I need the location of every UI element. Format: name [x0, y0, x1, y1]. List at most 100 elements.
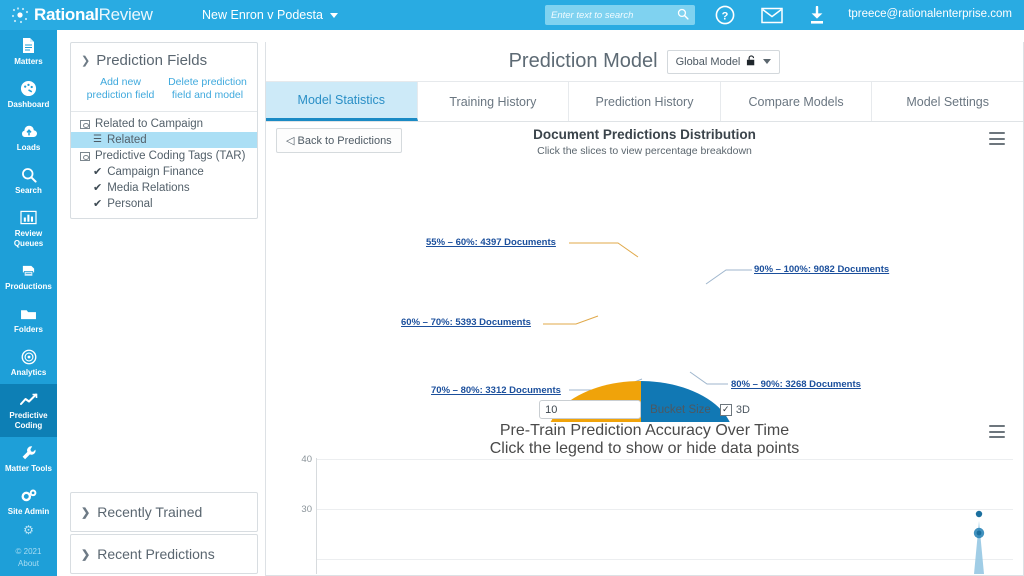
logo-dots-icon	[10, 5, 30, 25]
tab-label: Model Statistics	[297, 93, 386, 107]
prediction-fields-tree: Related to Campaign ☰ Related Predictive Co…	[71, 112, 257, 218]
download-icon[interactable]	[806, 4, 828, 26]
model-selector[interactable]: Global Model	[666, 49, 781, 74]
line-chart-svg[interactable]	[266, 452, 1024, 574]
tree-item-label: Predictive Coding Tags (TAR)	[95, 150, 246, 162]
tree-item-label: Media Relations	[107, 182, 190, 194]
tree-item-campaign-finance[interactable]: ✔ Campaign Finance	[71, 164, 257, 180]
target-icon	[2, 348, 55, 365]
tab-compare-models[interactable]: Compare Models	[720, 82, 873, 121]
user-account-email[interactable]: tpreece@rationalenterprise.com	[848, 8, 1012, 20]
tab-label: Compare Models	[748, 94, 844, 109]
back-to-predictions-button[interactable]: ◁ Back to Predictions	[276, 128, 402, 153]
sidebar-item-loads[interactable]: Loads	[0, 116, 57, 159]
folder-icon	[2, 305, 55, 322]
tree-item-personal[interactable]: ✔ Personal	[71, 196, 257, 212]
page-title: Prediction Model	[508, 50, 658, 72]
main-content-card: Prediction Model Global Model Model Stat…	[265, 42, 1024, 576]
search-input[interactable]	[551, 9, 671, 21]
matter-selector-label: New Enron v Podesta	[202, 8, 323, 22]
pie-label-80-90[interactable]: 80% – 90%: 3268 Documents	[731, 379, 861, 390]
tree-item-label: Campaign Finance	[107, 166, 204, 178]
line-chart-area[interactable]: 40 30 Documents	[266, 452, 1024, 574]
sidebar-footer: ⚙ © 2021 About	[0, 524, 57, 570]
recently-trained-label: Recently Trained	[97, 504, 203, 520]
tab-training-history[interactable]: Training History	[417, 82, 570, 121]
settings-gear-icon[interactable]: ⚙	[0, 524, 57, 536]
sidebar-item-label: Analytics	[10, 368, 47, 377]
sidebar-item-label: Loads	[16, 143, 41, 152]
bucket-size-input[interactable]	[539, 400, 642, 419]
trend-line-icon	[2, 391, 55, 408]
sidebar-item-label: Search	[15, 186, 42, 195]
pie-label-60-70[interactable]: 60% – 70%: 5393 Documents	[401, 317, 531, 328]
sidebar-item-label: Productions	[5, 282, 52, 291]
tab-bar: Model Statistics Training History Predicti…	[266, 82, 1023, 122]
sidebar-item-dashboard[interactable]: Dashboard	[0, 73, 57, 116]
pie-label-55-60[interactable]: 55% – 60%: 4397 Documents	[426, 237, 556, 248]
threed-toggle[interactable]: ✓ 3D	[719, 403, 750, 416]
tree-item-related-to-campaign[interactable]: Related to Campaign	[71, 116, 257, 132]
sidebar-item-matter-tools[interactable]: Matter Tools	[0, 437, 57, 480]
check-icon: ✔	[93, 197, 103, 210]
matter-selector[interactable]: New Enron v Podesta	[202, 8, 338, 22]
bucket-size-controls: Bucket Size ✓ 3D	[266, 400, 1023, 419]
list-icon: ☰	[93, 134, 102, 145]
tab-label: Prediction History	[595, 94, 694, 109]
tree-item-related[interactable]: ☰ Related	[71, 132, 257, 148]
prediction-fields-panel: ❯ Prediction Fields Add new prediction f…	[70, 42, 258, 219]
sidebar-item-search[interactable]: Search	[0, 159, 57, 202]
delete-prediction-field-button[interactable]: Delete prediction field and model	[164, 76, 251, 102]
pie-chart-menu-icon[interactable]	[989, 132, 1005, 145]
sidebar-item-productions[interactable]: Productions	[0, 255, 57, 298]
chevron-down-icon	[763, 59, 772, 64]
sidebar-item-analytics[interactable]: Analytics	[0, 341, 57, 384]
sidebar-item-label: Review Queues	[13, 229, 44, 248]
copyright-text: © 2021	[15, 547, 42, 556]
panel-title: Prediction Fields	[96, 52, 208, 69]
tab-prediction-history[interactable]: Prediction History	[569, 82, 721, 121]
tree-item-media-relations[interactable]: ✔ Media Relations	[71, 180, 257, 196]
threed-checkbox-icon[interactable]: ✓	[719, 403, 732, 416]
global-search[interactable]	[545, 5, 695, 25]
tree-item-predictive-coding-tags-tar[interactable]: Predictive Coding Tags (TAR)	[71, 148, 257, 164]
sidebar-item-label: Dashboard	[7, 100, 50, 109]
brand-logo[interactable]: RationalReview	[10, 5, 180, 25]
prediction-fields-header[interactable]: ❯ Prediction Fields	[71, 43, 257, 76]
model-statistics-content: ◁ Back to Predictions Document Predictio…	[266, 122, 1023, 574]
add-prediction-field-button[interactable]: Add new prediction field	[77, 76, 164, 102]
check-icon: ✔	[93, 181, 103, 194]
document-icon	[2, 37, 55, 54]
app-root: RationalReview New Enron v Podesta ?	[0, 0, 1024, 576]
about-link[interactable]: About	[0, 558, 57, 570]
primary-sidebar: Matters Dashboard Loads Search Review Queues…	[0, 30, 57, 576]
tab-model-statistics[interactable]: Model Statistics	[266, 82, 418, 121]
sidebar-item-site-admin[interactable]: Site Admin	[0, 480, 57, 523]
sidebar-item-matters[interactable]: Matters	[0, 30, 57, 73]
svg-text:?: ?	[722, 10, 729, 22]
pie-label-70-80[interactable]: 70% – 80%: 3312 Documents	[431, 385, 561, 396]
help-icon[interactable]: ?	[714, 4, 736, 26]
sidebar-item-folders[interactable]: Folders	[0, 298, 57, 341]
sidebar-item-label: Folders	[14, 325, 43, 334]
sidebar-item-label: Matter Tools	[5, 464, 52, 473]
sidebar-item-review-queues[interactable]: Review Queues	[0, 202, 57, 255]
sidebar-item-predictive-coding[interactable]: Predictive Coding	[0, 384, 57, 437]
bar-chart-icon	[2, 209, 55, 226]
mail-icon[interactable]	[760, 4, 784, 26]
search-icon[interactable]	[677, 8, 689, 23]
recent-predictions-label: Recent Predictions	[97, 546, 215, 562]
field-icon	[80, 151, 90, 161]
tab-model-settings[interactable]: Model Settings	[872, 82, 1023, 121]
pie-label-90-100[interactable]: 90% – 100%: 9082 Documents	[754, 264, 889, 275]
chevron-down-icon: ❯	[81, 55, 91, 67]
recent-predictions-section[interactable]: ❯ Recent Predictions	[70, 534, 258, 574]
recently-trained-section[interactable]: ❯ Recently Trained	[70, 492, 258, 532]
chevron-down-icon	[329, 12, 338, 18]
pie-chart-svg[interactable]	[266, 157, 1024, 422]
back-arrow-icon: ◁	[286, 135, 295, 147]
sidebar-item-label: Predictive Coding	[9, 411, 48, 430]
line-chart-title: Pre-Train Prediction Accuracy Over Time	[499, 422, 790, 439]
tree-item-label: Related	[106, 134, 147, 146]
brand-name-bold: Rational	[34, 5, 99, 24]
